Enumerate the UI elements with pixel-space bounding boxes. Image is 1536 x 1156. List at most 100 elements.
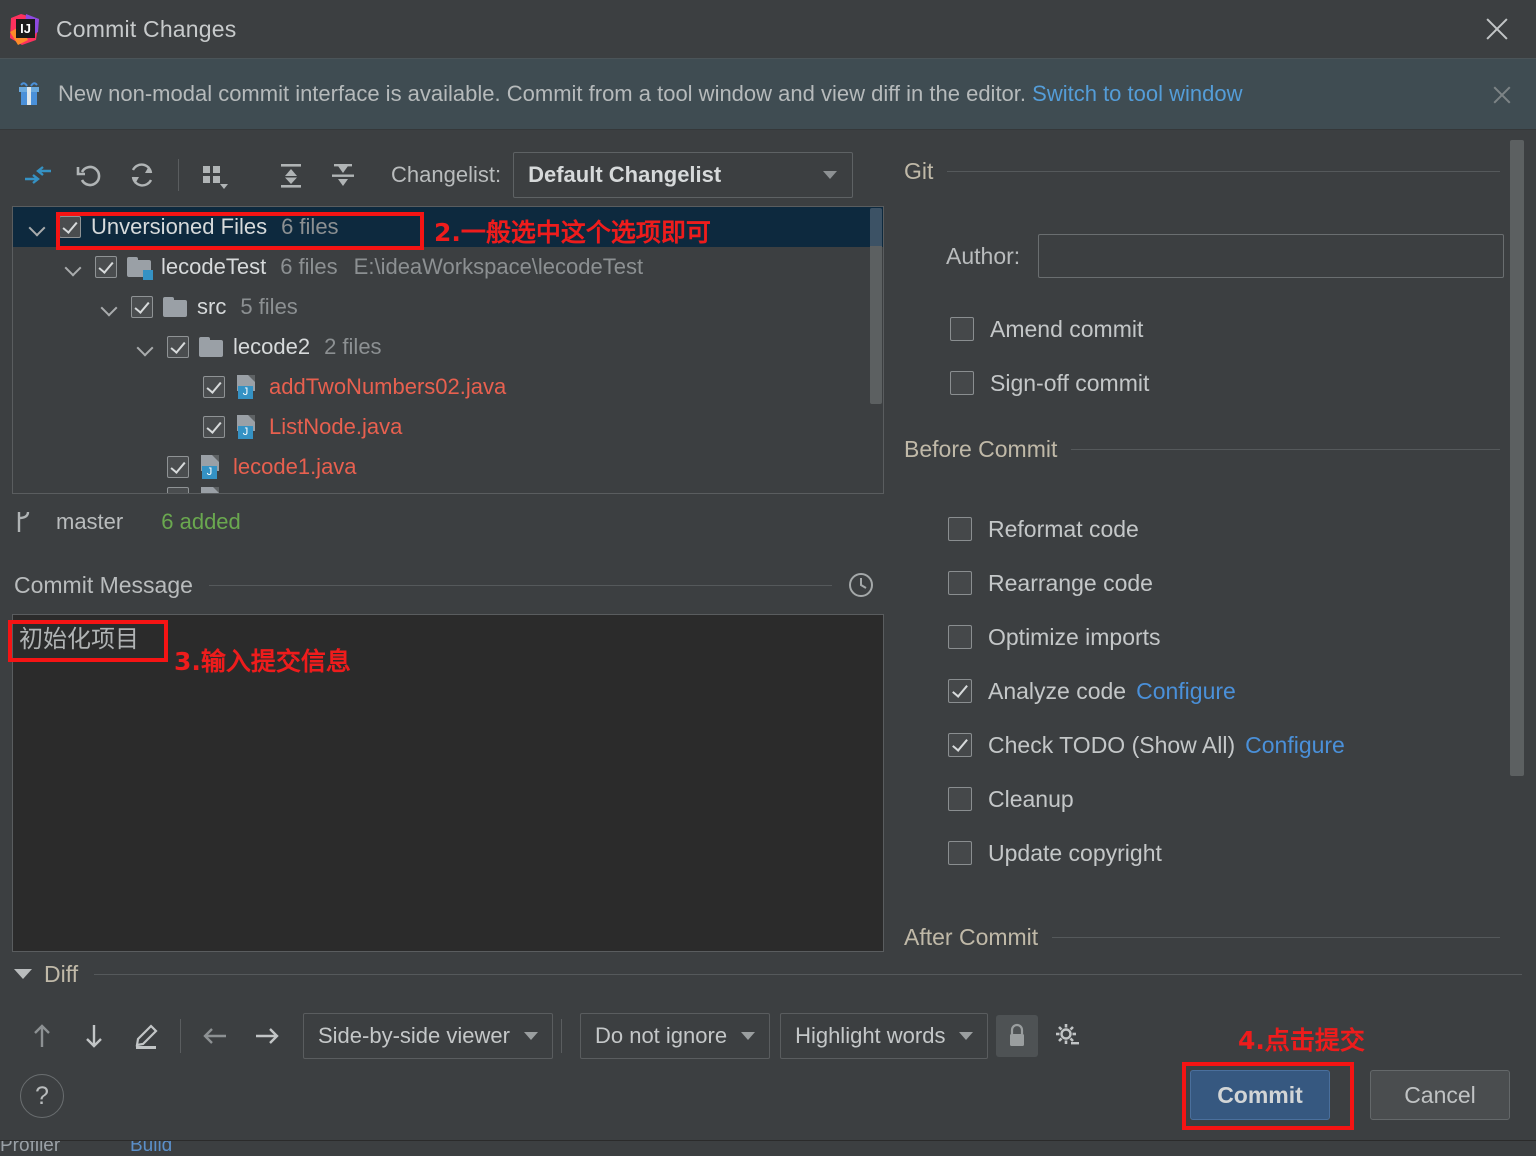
highlight-mode-dropdown[interactable]: Highlight words [780, 1013, 989, 1059]
after-commit-section-title: After Commit [904, 923, 1039, 950]
show-diff-icon[interactable] [12, 152, 64, 198]
checkbox[interactable] [948, 625, 972, 649]
tree-row-checkbox[interactable] [203, 416, 225, 438]
chevron-down-icon[interactable] [63, 256, 85, 278]
before-commit-option-update-copyright[interactable]: Update copyright [948, 826, 1345, 880]
checkbox-label: Check TODO (Show All) [988, 731, 1236, 758]
tree-row[interactable]: src 5 files [13, 287, 883, 327]
expand-all-icon[interactable] [265, 152, 317, 198]
before-commit-option-cleanup[interactable]: Cleanup [948, 772, 1345, 826]
switch-to-tool-window-link[interactable]: Switch to tool window [1032, 81, 1242, 106]
tree-row-name: lecodeTest [161, 254, 267, 279]
branch-name: master [56, 509, 124, 534]
notification-text: New non-modal commit interface is availa… [58, 81, 1242, 107]
next-difference-icon[interactable] [68, 1013, 120, 1059]
refresh-icon[interactable] [116, 152, 168, 198]
tree-scrollbar-thumb[interactable] [870, 208, 882, 404]
configure-link[interactable]: Configure [1136, 678, 1236, 705]
before-commit-option-analyze-code[interactable]: Analyze code Configure [948, 664, 1345, 718]
checkbox-label: Rearrange code [988, 569, 1153, 596]
git-option-amend-commit[interactable]: Amend commit [950, 302, 1149, 356]
after-commit-section-header: After Commit [904, 922, 1500, 952]
tree-row[interactable]: J ListNode.java [13, 407, 883, 447]
tree-row[interactable]: JaddTwoNumbers02.java [13, 367, 883, 407]
toolbar-separator [560, 1019, 562, 1053]
close-icon[interactable] [1480, 12, 1514, 46]
svg-text:IJ: IJ [20, 21, 31, 36]
accept-left-icon[interactable] [189, 1013, 241, 1059]
status-bar-profiler-label[interactable]: Profiler [0, 1141, 60, 1156]
tree-row-checkbox[interactable] [59, 216, 81, 238]
before-commit-option-reformat-code[interactable]: Reformat code [948, 502, 1345, 556]
left-panel: Changelist: Default Changelist Unversion… [0, 132, 890, 962]
whitespace-mode-value: Do not ignore [594, 1023, 728, 1048]
before-commit-option-check-todo-show-all[interactable]: Check TODO (Show All) Configure [948, 718, 1345, 772]
gear-icon[interactable] [1046, 1015, 1088, 1057]
tree-row-checkbox[interactable] [131, 296, 153, 318]
tree-row[interactable]: J [13, 487, 883, 493]
tree-row-file-count: 6 files [281, 214, 339, 239]
checkbox[interactable] [948, 571, 972, 595]
chevron-down-icon[interactable] [27, 216, 49, 238]
tree-row[interactable]: lecode2 2 files [13, 327, 883, 367]
annotation-select-option: 2.一般选中这个选项即可 [434, 218, 711, 247]
tree-row-checkbox[interactable] [167, 456, 189, 478]
tree-row-name: Unversioned Files [91, 214, 268, 239]
checkbox[interactable] [948, 841, 972, 865]
checkbox[interactable] [948, 517, 972, 541]
notification-close-icon[interactable] [1490, 83, 1514, 107]
tree-row-checkbox[interactable] [167, 336, 189, 358]
author-field[interactable] [1038, 234, 1505, 278]
changelist-dropdown[interactable]: Default Changelist [513, 152, 854, 198]
branch-status-line: master 6 added [14, 504, 241, 540]
checkbox[interactable] [948, 733, 972, 757]
changelist-label: Changelist: [391, 162, 502, 187]
tree-row[interactable]: lecodeTest 6 files E:\ideaWorkspace\lecode… [13, 247, 883, 287]
configure-link[interactable]: Configure [1245, 732, 1345, 759]
tree-row-name: src [197, 294, 227, 319]
divider [1052, 936, 1500, 938]
viewer-mode-dropdown[interactable]: Side-by-side viewer [303, 1013, 553, 1059]
annotation-enter-message: 3.输入提交信息 [174, 647, 351, 676]
chevron-down-icon[interactable] [135, 336, 157, 358]
group-by-icon[interactable] [189, 152, 241, 198]
cancel-button[interactable]: Cancel [1370, 1070, 1510, 1120]
tree-row-checkbox[interactable] [167, 487, 189, 493]
revert-icon[interactable] [64, 152, 116, 198]
lock-icon[interactable] [996, 1015, 1039, 1057]
diff-section-header: Diff [14, 958, 1522, 990]
intellij-idea-logo-icon: IJ [8, 12, 42, 46]
tree-row-checkbox[interactable] [203, 376, 225, 398]
whitespace-mode-dropdown[interactable]: Do not ignore [579, 1013, 771, 1059]
commit-message-input[interactable]: 初始化项目 [12, 614, 884, 952]
chevron-down-icon[interactable] [14, 969, 32, 979]
checkbox[interactable] [950, 317, 974, 341]
previous-difference-icon[interactable] [16, 1013, 68, 1059]
checkbox[interactable] [948, 679, 972, 703]
collapse-all-icon[interactable] [317, 152, 369, 198]
right-panel-scrollbar[interactable] [1510, 140, 1524, 790]
commit-button[interactable]: Commit [1190, 1070, 1330, 1120]
highlight-mode-value: Highlight words [795, 1023, 946, 1048]
divider [208, 584, 832, 586]
branch-added-count: 6 added [161, 509, 241, 534]
checkbox[interactable] [948, 787, 972, 811]
help-button[interactable]: ? [20, 1074, 64, 1118]
notification-message: New non-modal commit interface is availa… [58, 81, 1027, 106]
checkbox[interactable] [950, 371, 974, 395]
git-option-sign-off-commit[interactable]: Sign-off commit [950, 356, 1149, 410]
status-bar-build-label[interactable]: Build [130, 1141, 172, 1156]
tree-row[interactable]: Jlecode1.java [13, 447, 883, 487]
git-section-header: Git [904, 156, 1500, 186]
changes-tree[interactable]: Unversioned Files 6 files lecodeTest 6 file… [12, 206, 884, 494]
right-panel-scrollbar-thumb[interactable] [1510, 140, 1524, 776]
edit-source-icon[interactable] [120, 1013, 172, 1059]
tree-scrollbar[interactable] [870, 208, 882, 493]
before-commit-option-optimize-imports[interactable]: Optimize imports [948, 610, 1345, 664]
clock-history-icon[interactable] [846, 570, 876, 600]
module-folder-icon [127, 257, 153, 280]
before-commit-option-rearrange-code[interactable]: Rearrange code [948, 556, 1345, 610]
tree-row-checkbox[interactable] [95, 256, 117, 278]
chevron-down-icon[interactable] [99, 296, 121, 318]
accept-right-icon[interactable] [241, 1013, 293, 1059]
